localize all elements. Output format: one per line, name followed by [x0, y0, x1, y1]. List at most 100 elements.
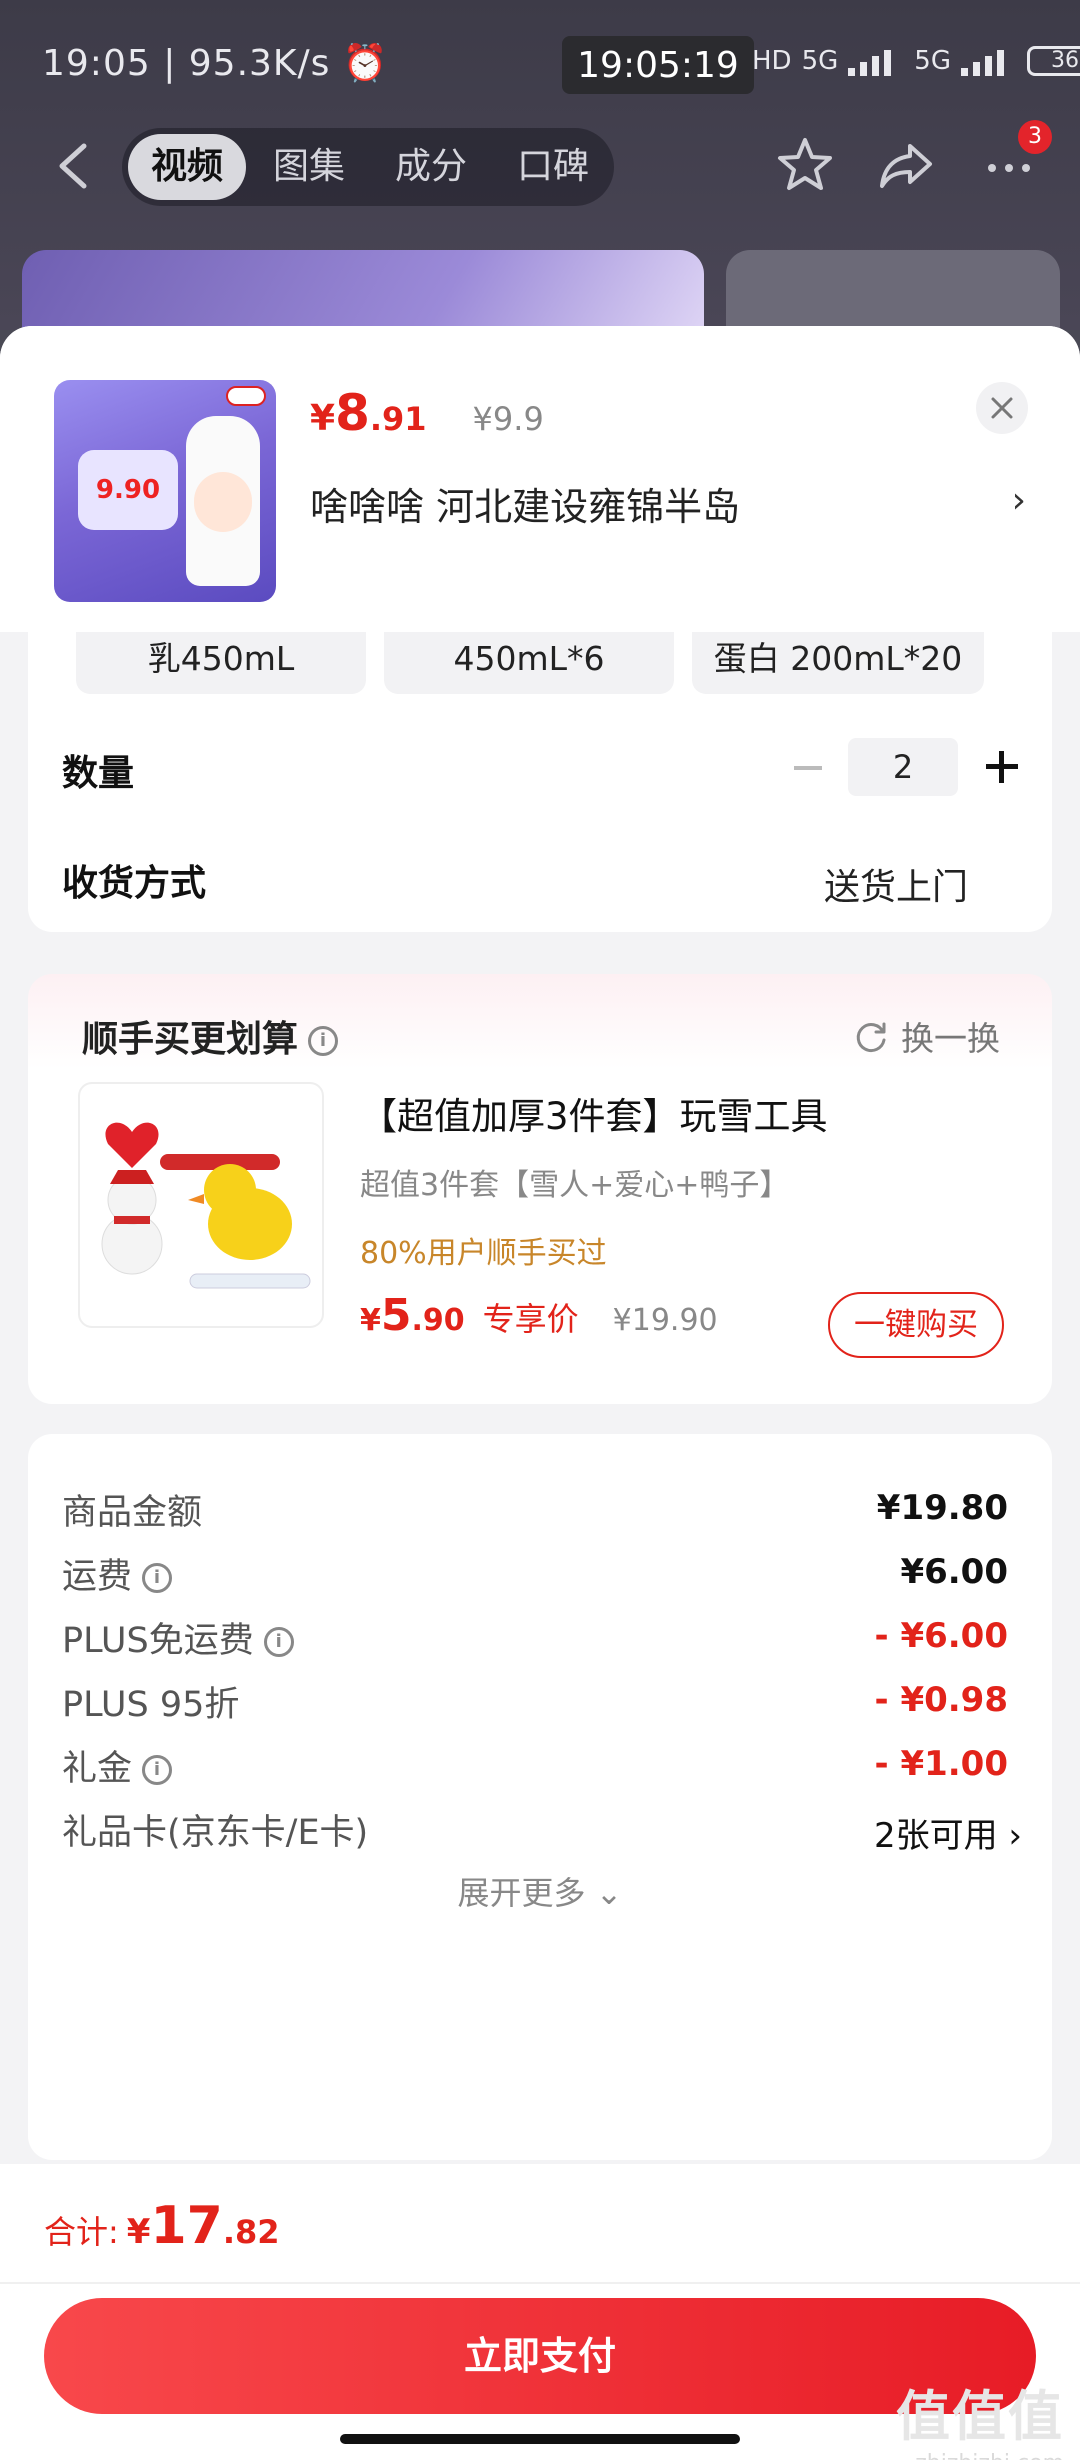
tab-video[interactable]: 视频 [128, 134, 246, 200]
thumbnail-price-card: 9.90 [78, 450, 178, 530]
addon-original-price: ¥19.90 [612, 1303, 718, 1338]
product-header: 9.90 ¥ 8 .91 ¥9.9 啥啥啥 河北建设雍锦半岛 › [0, 326, 1080, 632]
clock-pill: 19:05:19 [562, 36, 754, 94]
status-bar: 19:05 | 95.3K/s ⏰ 19:05:19 HD 5G 5G 36 [0, 36, 1080, 96]
total-currency: ¥ [126, 2212, 151, 2252]
summary-label: PLUS免运费 i [62, 1612, 294, 1663]
addon-price-integer: 5 [380, 1290, 412, 1341]
watermark-logo: 值值值 [896, 2385, 1064, 2448]
spec-chip[interactable]: 450mL*6 [384, 632, 674, 694]
summary-value: - ¥6.00 [874, 1616, 1009, 1656]
summary-row: PLUS 95折 - ¥0.98 [62, 1676, 1008, 1736]
gift-card-row[interactable]: 礼品卡(京东卡/E卡) 2张可用 › [62, 1804, 1022, 1864]
summary-label: PLUS 95折 [62, 1685, 240, 1725]
milk-bottle-icon [186, 416, 260, 586]
info-icon[interactable]: i [142, 1755, 173, 1785]
delivery-method-label: 收货方式 [62, 863, 207, 904]
quantity-increase-button[interactable] [982, 747, 1022, 787]
tab-ingredients[interactable]: 成分 [372, 134, 490, 200]
summary-label: 礼金 i [62, 1740, 173, 1791]
addon-recommendation-card: 顺手买更划算 i 换一换 【超值加厚3件套】玩雪工具 超值3件套【雪人+爱心+鸭… [28, 974, 1052, 1404]
footer-divider [0, 2282, 1080, 2284]
price-summary-card: 商品金额 ¥19.80 运费 i ¥6.00 PLUS免运费 i - ¥6.00 P… [28, 1434, 1052, 2160]
options-card: 乳450mL 450mL*6 蛋白 200mL*20 数量 2 收货方式 送货上… [28, 632, 1052, 932]
refresh-label: 换一换 [901, 1019, 1000, 1058]
pay-now-button[interactable]: 立即支付 [44, 2298, 1036, 2414]
delivery-address[interactable]: 啥啥啥 河北建设雍锦半岛 [310, 476, 1030, 531]
notification-badge: 3 [1018, 120, 1052, 154]
status-time-speed: 19:05 | 95.3K/s ⏰ [42, 43, 389, 84]
quantity-decrease-button[interactable] [788, 747, 828, 787]
home-indicator [340, 2434, 740, 2444]
total-decimal: .82 [222, 2213, 280, 2251]
refresh-icon [856, 1022, 886, 1053]
battery-icon: 36 [1026, 46, 1080, 76]
nav-actions: 3 [774, 120, 1052, 196]
network-label-2: 5G [914, 46, 951, 76]
watermark: 值值值 zhizhizhi.com [896, 2372, 1064, 2460]
summary-row: PLUS免运费 i - ¥6.00 [62, 1612, 1008, 1672]
star-icon[interactable] [774, 134, 836, 196]
original-price: ¥9.9 [472, 400, 544, 438]
delivery-method-value[interactable]: 送货上门 [824, 858, 968, 910]
summary-value: ¥19.80 [876, 1488, 1008, 1528]
one-click-buy-button[interactable]: 一键购买 [828, 1292, 1004, 1358]
summary-label: 商品金额 [62, 1493, 203, 1533]
summary-label: 运费 i [62, 1548, 173, 1599]
exclusive-price-label: 专享价 [482, 1300, 579, 1338]
snow-toy-icon [101, 1122, 311, 1289]
spec-chip-row: 乳450mL 450mL*6 蛋白 200mL*20 [76, 632, 984, 694]
more-menu-button[interactable]: 3 [978, 120, 1052, 196]
signal-icon [848, 46, 904, 76]
hd-icon: HD [752, 46, 792, 76]
total-label: 合计: [44, 2213, 119, 2251]
purchase-sheet: 9.90 ¥ 8 .91 ¥9.9 啥啥啥 河北建设雍锦半岛 › 乳450mL … [0, 326, 1080, 2460]
product-thumbnail: 9.90 [54, 380, 276, 602]
close-icon [991, 397, 1013, 419]
total-integer: 17 [150, 2196, 223, 2256]
summary-row: 礼金 i - ¥1.00 [62, 1740, 1008, 1800]
product-price: ¥ 8 .91 ¥9.9 [310, 384, 544, 442]
refresh-button[interactable]: 换一换 [853, 1012, 1000, 1060]
summary-value: - ¥1.00 [874, 1744, 1009, 1784]
addon-price-currency: ¥ [360, 1303, 381, 1338]
address-chevron-icon[interactable]: › [1012, 480, 1026, 521]
back-arrow-icon[interactable] [52, 142, 94, 190]
addon-product-image[interactable] [78, 1082, 324, 1328]
share-icon[interactable] [876, 134, 938, 196]
tab-gallery[interactable]: 图集 [250, 134, 368, 200]
network-label-1: 5G [801, 46, 839, 76]
summary-row: 运费 i ¥6.00 [62, 1548, 1008, 1608]
addon-social-proof: 80%用户顺手买过 [360, 1236, 607, 1271]
summary-value: ¥6.00 [900, 1552, 1008, 1592]
top-nav: 视频 图集 成分 口碑 3 [0, 120, 1080, 208]
tab-reviews[interactable]: 口碑 [494, 134, 612, 200]
addon-price-decimal: .90 [411, 1303, 465, 1338]
quantity-stepper: 2 [788, 738, 1022, 796]
spec-chip[interactable]: 蛋白 200mL*20 [692, 632, 984, 694]
addon-product-title[interactable]: 【超值加厚3件套】玩雪工具 [360, 1086, 828, 1140]
quantity-input[interactable]: 2 [848, 738, 958, 796]
expand-more-button[interactable]: 展开更多 ⌄ [28, 1868, 1052, 1914]
addon-product-subtitle: 超值3件套【雪人+爱心+鸭子】 [360, 1168, 790, 1203]
addon-title-text: 顺手买更划算 [82, 1019, 299, 1060]
summary-row: 商品金额 ¥19.80 [62, 1484, 1008, 1544]
price-decimal: .91 [369, 400, 427, 438]
checkout-footer: 合计: ¥ 17 .82 立即支付 值值值 zhizhizhi.com [0, 2164, 1080, 2460]
spec-chip[interactable]: 乳450mL [76, 632, 366, 694]
watermark-url: zhizhizhi.com [896, 2451, 1064, 2460]
info-icon[interactable]: i [308, 1026, 339, 1056]
addon-section-title: 顺手买更划算 i [82, 1010, 339, 1062]
gift-card-available[interactable]: 2张可用 › [874, 1808, 1022, 1857]
quantity-label: 数量 [62, 753, 135, 794]
brand-logo-icon [226, 386, 266, 406]
product-page-backdrop: 19:05 | 95.3K/s ⏰ 19:05:19 HD 5G 5G 36 视… [0, 0, 1080, 370]
close-button[interactable] [976, 382, 1028, 434]
info-icon[interactable]: i [263, 1627, 294, 1657]
info-icon[interactable]: i [142, 1563, 173, 1593]
addon-price: ¥ 5 .90 专享价 ¥19.90 [360, 1290, 718, 1341]
media-tab-group: 视频 图集 成分 口碑 [122, 128, 614, 206]
signal-icon-2 [960, 46, 1017, 76]
summary-value: - ¥0.98 [874, 1680, 1009, 1720]
status-icons: HD 5G 5G 36 [752, 46, 1080, 76]
